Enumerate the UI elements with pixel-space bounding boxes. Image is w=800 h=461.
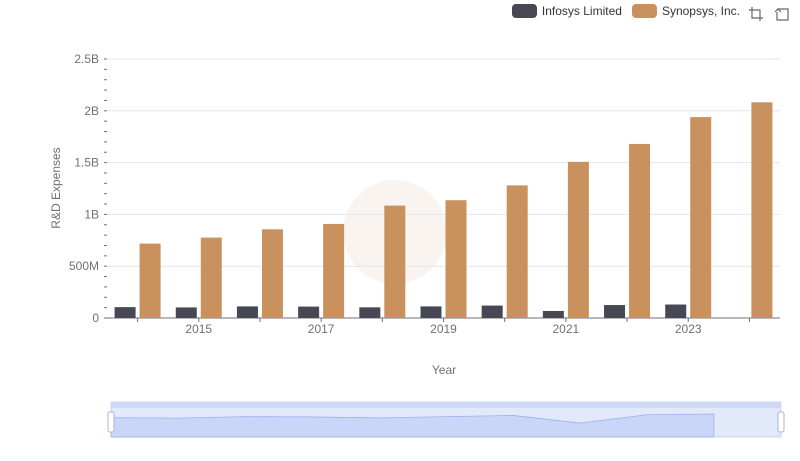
- y-tick-label: 2.5B: [74, 52, 99, 66]
- bar-infosys-2016[interactable]: [236, 306, 258, 318]
- y-tick-label: 1.5B: [74, 156, 99, 170]
- bar-infosys-2014[interactable]: [114, 307, 136, 318]
- bar-synopsys-2016[interactable]: [261, 229, 283, 318]
- legend: Infosys Limited Synopsys, Inc.: [511, 4, 740, 18]
- bar-synopsys-2021[interactable]: [567, 161, 589, 318]
- legend-swatch-infosys: [511, 4, 537, 18]
- x-tick-label: 2019: [430, 322, 457, 336]
- x-tick-label: 2023: [675, 322, 702, 336]
- restore-icon[interactable]: [774, 6, 790, 22]
- x-axis-title: Year: [432, 363, 456, 377]
- bar-synopsys-2015[interactable]: [200, 237, 222, 318]
- datazoom-preview-area: [110, 413, 715, 438]
- bar-synopsys-2020[interactable]: [506, 185, 528, 318]
- bar-infosys-2021[interactable]: [542, 310, 564, 318]
- chart-canvas: 0 500M 1B 1.5B 2B 2.5B 2015 2017 2019 2021 2023 Yea…: [49, 52, 785, 438]
- datazoom-right-handle[interactable]: [777, 411, 785, 433]
- y-axis-title: R&D Expenses: [49, 147, 63, 228]
- bar-synopsys-2024[interactable]: [751, 102, 773, 318]
- legend-swatch-synopsys: [631, 4, 657, 18]
- bar-infosys-2019[interactable]: [420, 306, 442, 318]
- bar-synopsys-2019[interactable]: [445, 200, 467, 318]
- datazoom-left-handle[interactable]: [107, 411, 115, 433]
- bar-infosys-2022[interactable]: [604, 305, 626, 318]
- bar-synopsys-2023[interactable]: [690, 117, 712, 318]
- y-tick-label: 0: [92, 311, 99, 325]
- legend-item-infosys[interactable]: Infosys Limited: [511, 4, 622, 18]
- y-tick-label: 500M: [69, 259, 99, 273]
- legend-label-synopsys: Synopsys, Inc.: [661, 4, 740, 18]
- bar-infosys-2018[interactable]: [359, 307, 381, 318]
- bar-infosys-2020[interactable]: [481, 305, 503, 318]
- bar-infosys-2017[interactable]: [298, 306, 320, 318]
- bar-infosys-2015[interactable]: [175, 307, 197, 318]
- y-tick-label: 2B: [84, 104, 99, 118]
- bar-synopsys-2022[interactable]: [629, 143, 651, 318]
- x-tick-label: 2021: [553, 322, 580, 336]
- zoom-icon[interactable]: [748, 6, 764, 22]
- toolbox: [748, 6, 790, 22]
- bar-infosys-2023[interactable]: [665, 304, 687, 318]
- x-tick-label: 2017: [308, 322, 335, 336]
- x-tick-label: 2015: [185, 322, 212, 336]
- y-tick-label: 1B: [84, 207, 99, 221]
- legend-label-infosys: Infosys Limited: [541, 4, 622, 18]
- bar-synopsys-2018[interactable]: [384, 205, 406, 318]
- legend-item-synopsys[interactable]: Synopsys, Inc.: [631, 4, 740, 18]
- bar-synopsys-2017[interactable]: [323, 223, 345, 318]
- bar-synopsys-2014[interactable]: [139, 243, 161, 318]
